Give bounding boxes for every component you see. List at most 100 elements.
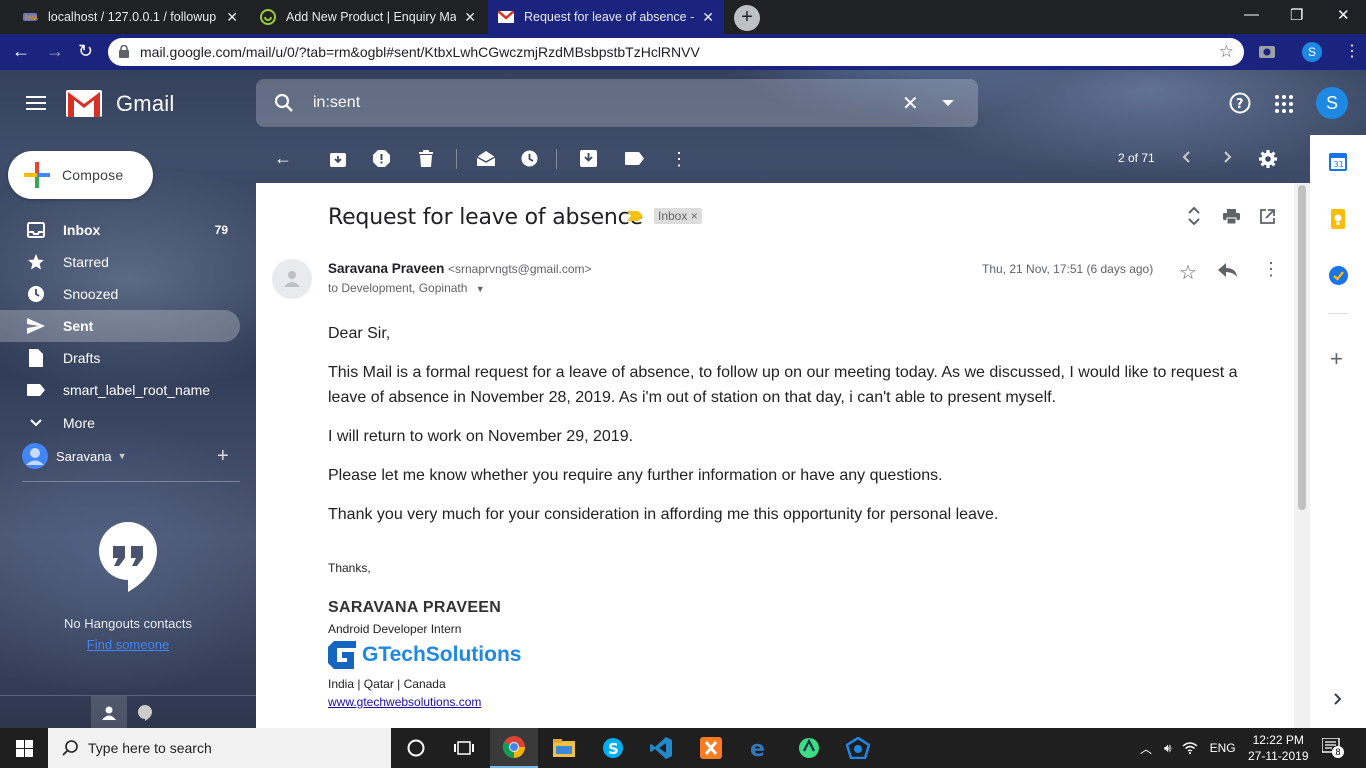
message-scrollbar[interactable] xyxy=(1294,183,1310,728)
mail-search-box[interactable]: in:sent ✕ xyxy=(256,79,978,127)
bookmark-star-icon[interactable]: ☆ xyxy=(1219,42,1234,62)
sidebar-item-more[interactable]: More xyxy=(0,407,240,439)
remove-label-icon[interactable]: × xyxy=(691,209,698,223)
help-icon[interactable]: ? xyxy=(1229,92,1251,114)
settings-gear-icon[interactable] xyxy=(1259,150,1277,168)
hangouts-user[interactable]: Saravana ▼ + xyxy=(22,443,240,469)
svg-text:31: 31 xyxy=(1334,160,1344,169)
camera-icon[interactable] xyxy=(1258,43,1276,59)
tasks-icon[interactable] xyxy=(1329,266,1348,285)
draft-icon xyxy=(27,349,45,367)
file-explorer-icon[interactable] xyxy=(540,728,588,768)
user-avatar-icon xyxy=(22,443,48,469)
reload-icon[interactable]: ↻ xyxy=(78,41,93,62)
star-message-icon[interactable]: ☆ xyxy=(1179,260,1197,285)
hangouts-empty-state: No Hangouts contacts Find someone xyxy=(0,520,256,652)
forward-arrow-icon[interactable]: → xyxy=(46,41,64,62)
more-actions-icon[interactable]: ⋮ xyxy=(670,149,688,170)
expand-all-icon[interactable] xyxy=(1188,207,1200,225)
expand-panel-icon[interactable] xyxy=(1334,693,1342,705)
skype-icon[interactable]: S xyxy=(589,728,637,768)
edge-icon[interactable]: e xyxy=(736,728,784,768)
tab-gmail[interactable]: Request for leave of absence - sr ✕ xyxy=(488,0,724,34)
message-pane: Request for leave of absence Inbox × Sar… xyxy=(256,183,1294,728)
mark-unread-icon[interactable] xyxy=(477,151,495,166)
compose-button[interactable]: Compose xyxy=(8,151,153,199)
importance-marker-icon[interactable] xyxy=(627,211,643,221)
show-details-icon[interactable]: ▼ xyxy=(476,284,485,294)
apps-grid-icon[interactable] xyxy=(1275,95,1293,113)
search-input[interactable]: in:sent xyxy=(313,94,360,112)
sidebar-item-drafts[interactable]: Drafts xyxy=(0,342,240,374)
restore-icon[interactable]: ❐ xyxy=(1290,6,1303,24)
taskbar-search-box[interactable]: Type here to search xyxy=(48,728,391,768)
tray-overflow-icon[interactable]: ︿ xyxy=(1140,740,1152,757)
task-view-icon[interactable] xyxy=(440,728,488,768)
account-avatar[interactable]: S xyxy=(1316,87,1348,119)
signature-thanks: Thanks, xyxy=(328,561,371,575)
vscode-icon[interactable] xyxy=(637,728,685,768)
sidebar-item-smart-label[interactable]: smart_label_root_name xyxy=(0,374,240,406)
search-options-icon[interactable] xyxy=(942,100,954,106)
older-chevron-icon[interactable] xyxy=(1224,151,1232,163)
svg-text:PMA: PMA xyxy=(25,15,38,22)
sidebar-item-inbox[interactable]: Inbox 79 xyxy=(0,214,240,246)
scrollbar-thumb[interactable] xyxy=(1298,185,1306,510)
main-menu-icon[interactable] xyxy=(26,95,46,111)
message-more-icon[interactable]: ⋮ xyxy=(1262,259,1280,280)
find-someone-link[interactable]: Find someone xyxy=(0,637,256,652)
xampp-icon[interactable] xyxy=(687,728,735,768)
add-contact-icon[interactable]: + xyxy=(217,445,229,468)
keep-icon[interactable] xyxy=(1331,209,1345,229)
wifi-icon[interactable] xyxy=(1182,742,1198,754)
hangouts-tab-icon[interactable] xyxy=(138,705,152,721)
back-arrow-icon[interactable]: ← xyxy=(12,41,30,62)
gmail-logo[interactable]: Gmail xyxy=(66,90,174,117)
cortana-icon[interactable] xyxy=(392,728,440,768)
get-addons-icon[interactable]: + xyxy=(1330,348,1343,370)
windows-start-icon[interactable] xyxy=(16,740,33,757)
archive-icon[interactable] xyxy=(330,151,346,167)
newer-chevron-icon[interactable] xyxy=(1182,151,1190,163)
tab-add-product[interactable]: Add New Product | Enquiry Mana ✕ xyxy=(250,0,486,34)
delete-icon[interactable] xyxy=(419,150,433,167)
move-to-icon[interactable] xyxy=(580,150,597,167)
company-website-link[interactable]: www.gtechwebsolutions.com xyxy=(328,695,521,709)
label-chip-text: Inbox xyxy=(658,209,688,223)
search-icon[interactable] xyxy=(274,93,294,113)
close-window-icon[interactable]: ✕ xyxy=(1337,6,1350,24)
sidebar-item-sent[interactable]: Sent xyxy=(0,310,240,342)
gmail-brand: Gmail xyxy=(116,90,175,116)
new-tab-button[interactable]: + xyxy=(734,5,760,31)
chrome-taskbar-icon[interactable] xyxy=(490,728,538,768)
user-dropdown-icon[interactable]: ▼ xyxy=(118,451,127,461)
open-new-window-icon[interactable] xyxy=(1260,209,1275,224)
reply-icon[interactable] xyxy=(1218,263,1237,277)
clear-search-icon[interactable]: ✕ xyxy=(902,91,919,116)
report-spam-icon[interactable] xyxy=(373,150,390,167)
sidebar-item-snoozed[interactable]: Snoozed xyxy=(0,278,240,310)
close-icon[interactable]: ✕ xyxy=(464,9,476,26)
sidebar-item-starred[interactable]: Starred xyxy=(0,246,240,278)
profile-avatar[interactable]: S xyxy=(1302,42,1322,62)
close-icon[interactable]: ✕ xyxy=(702,9,714,26)
labels-icon[interactable] xyxy=(625,152,644,165)
volume-icon[interactable]: 🔊︎ xyxy=(1164,741,1172,756)
snooze-icon[interactable] xyxy=(521,150,538,167)
android-studio-icon[interactable] xyxy=(785,728,833,768)
notification-center-icon[interactable]: 8 xyxy=(1322,738,1344,758)
minimize-icon[interactable]: — xyxy=(1244,6,1259,23)
url-input[interactable]: mail.google.com/mail/u/0/?tab=rm&ogbl#se… xyxy=(108,38,1244,66)
print-icon[interactable] xyxy=(1223,209,1240,224)
app-taskbar-icon[interactable] xyxy=(834,728,882,768)
calendar-icon[interactable]: 31 xyxy=(1329,153,1347,171)
taskbar-clock[interactable]: 12:22 PM 27-11-2019 xyxy=(1248,732,1309,764)
close-icon[interactable]: ✕ xyxy=(226,9,238,26)
back-to-list-icon[interactable]: ← xyxy=(274,148,292,169)
language-indicator[interactable]: ENG xyxy=(1210,741,1236,755)
sender-name[interactable]: Saravana Praveen xyxy=(328,261,444,276)
inbox-label-chip[interactable]: Inbox × xyxy=(654,208,702,224)
contacts-tab-icon[interactable] xyxy=(91,696,127,729)
browser-menu-icon[interactable]: ⋮ xyxy=(1344,41,1360,61)
tab-phpmyadmin[interactable]: PMA localhost / 127.0.0.1 / followup / ✕ xyxy=(12,0,248,34)
